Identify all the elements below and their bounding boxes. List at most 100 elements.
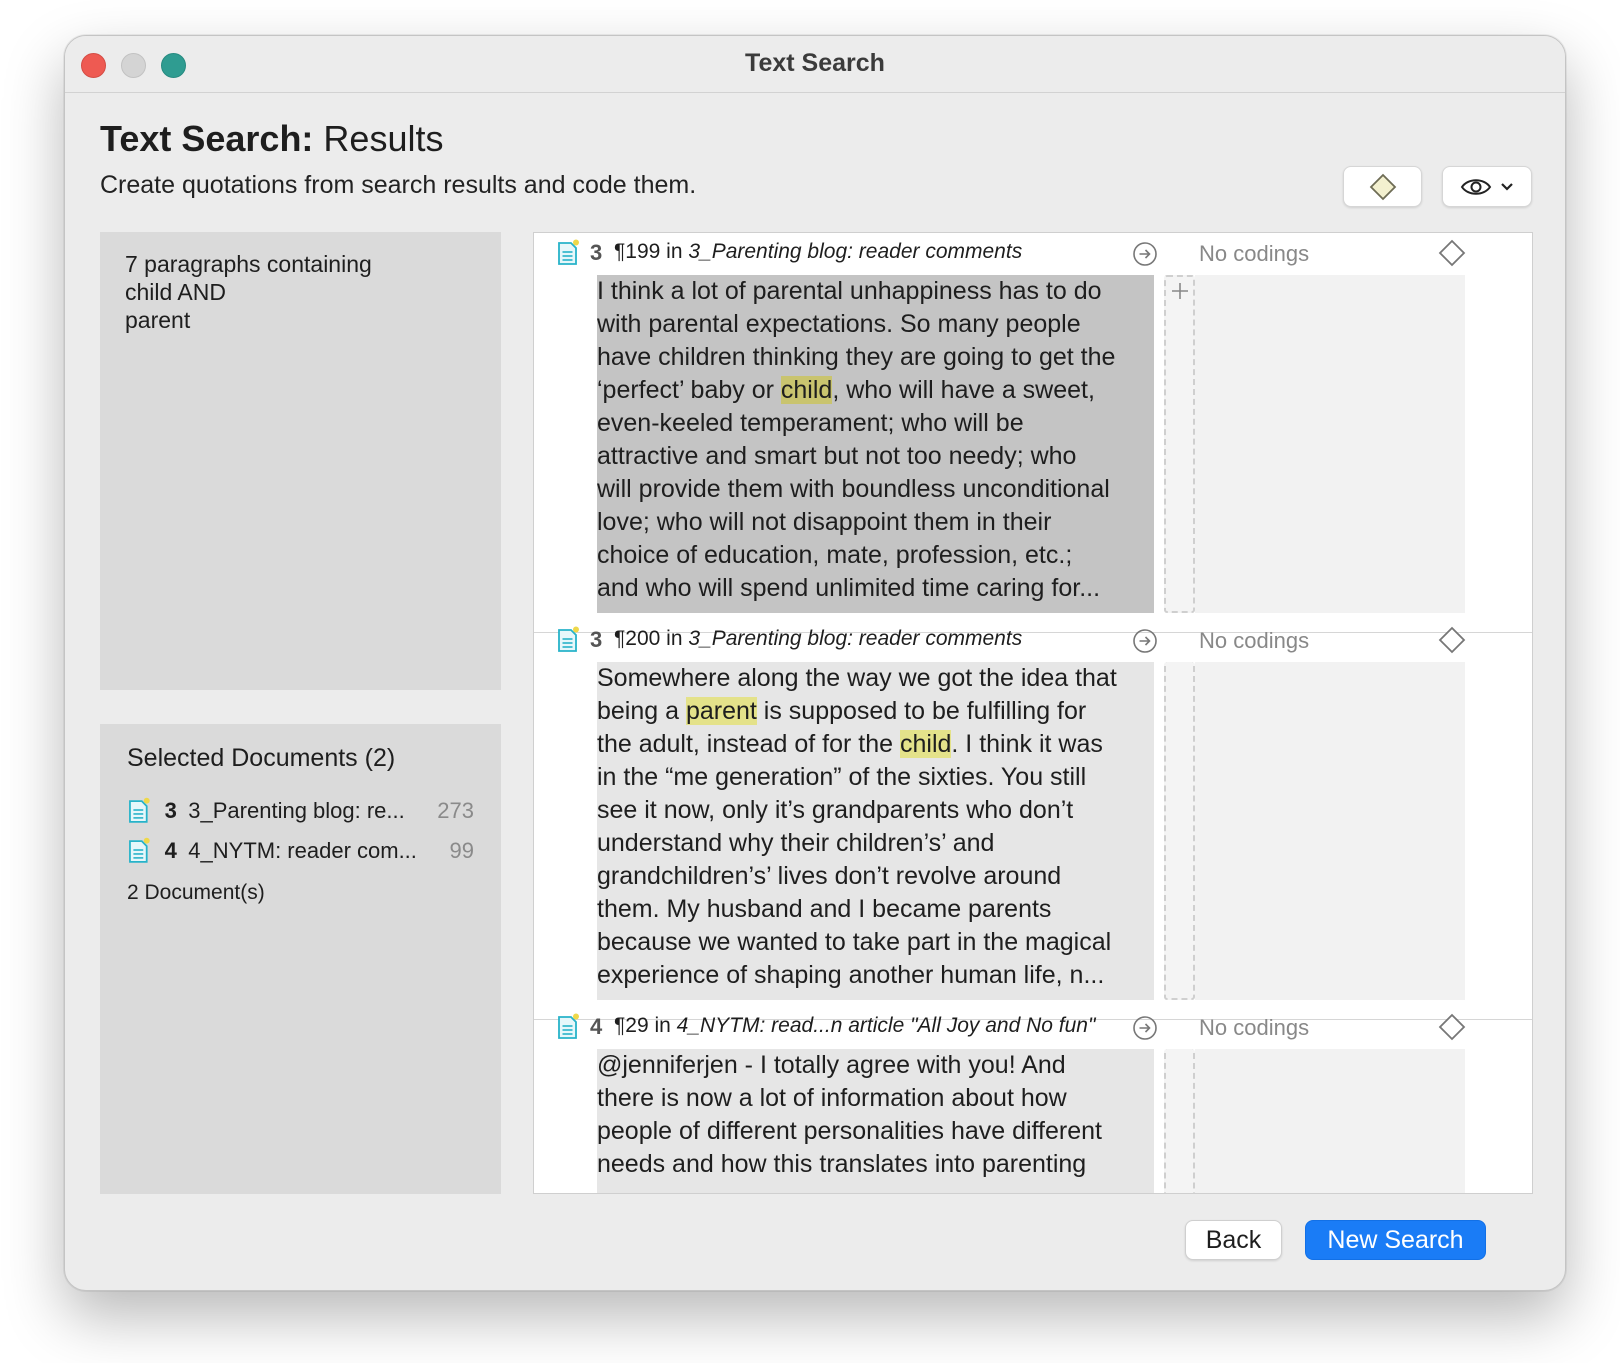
document-icon [558,1013,579,1039]
result-document-number: 3 [590,627,603,652]
result-text-line: attractive and smart but not too needy; … [597,440,1154,473]
search-results-list[interactable]: 3 ¶199 in 3_Parenting blog: reader commen… [533,232,1533,1194]
document-list-item[interactable]: 3 3_Parenting blog: re... 273 [127,791,474,831]
document-icon [558,239,579,265]
document-list-item[interactable]: 4 4_NYTM: reader com... 99 [127,831,474,871]
diamond-icon[interactable] [1438,239,1466,267]
view-options-button[interactable] [1442,166,1532,207]
result-text-segment: . I think it was [951,730,1103,758]
result-text-segment: attractive and smart but not too needy; … [597,442,1077,470]
result-text-segment: and who will spend unlimited time caring… [597,574,1101,602]
page-title-bold: Text Search: [100,118,314,159]
result-document-name: 3_Parenting blog: reader comments [688,627,1023,650]
result-text-segment: Somewhere along the way we got the idea … [597,664,1117,692]
result-text-line: Somewhere along the way we got the idea … [597,662,1154,695]
result-text-line: choice of education, mate, profession, e… [597,539,1154,572]
search-result-item[interactable]: 3 ¶200 in 3_Parenting blog: reader commen… [534,620,1532,1020]
page-title: Text Search: Results [100,118,443,160]
result-text-segment: will provide them with boundless uncondi… [597,475,1110,503]
result-text-segment: even-keeled temperament; who will be [597,409,1024,437]
result-header: 3 ¶200 in 3_Parenting blog: reader commen… [534,620,1532,662]
result-document-number: 3 [590,240,603,265]
result-text-segment: see it now, only it’s grandparents who d… [597,796,1074,824]
search-hit-highlight: child [780,376,833,404]
result-text-segment: with parental expectations. So many peop… [597,310,1081,338]
back-button[interactable]: Back [1185,1220,1282,1260]
title-bar: Text Search [65,36,1565,93]
code-drop-area[interactable] [1164,1049,1195,1193]
arrow-circle-right-icon[interactable] [1132,628,1158,654]
arrow-circle-right-icon[interactable] [1132,1015,1158,1041]
query-line: parent [125,307,191,333]
document-name: 4_NYTM: reader com... [188,838,417,863]
chevron-down-icon [1501,182,1513,191]
result-text-line: there is now a lot of information about … [597,1082,1154,1115]
document-number: 4 [164,838,177,863]
result-header: 3 ¶199 in 3_Parenting blog: reader commen… [534,233,1532,275]
result-paragraph-text[interactable]: @jenniferjen - I totally agree with you!… [597,1049,1154,1193]
code-button[interactable] [1343,166,1422,207]
result-paragraph-text[interactable]: I think a lot of parental unhappiness ha… [597,275,1154,613]
document-icon [129,797,150,823]
codings-margin[interactable] [1195,662,1465,1000]
result-paragraph: ¶29 in [614,1014,677,1037]
page-title-rest: Results [313,118,444,159]
new-search-button[interactable]: New Search [1305,1220,1486,1260]
result-location: ¶29 in 4_NYTM: read...n article "All Joy… [614,1014,1095,1038]
result-text-segment: there is now a lot of information about … [597,1084,1067,1112]
code-drop-area[interactable] [1164,275,1195,613]
result-location: ¶200 in 3_Parenting blog: reader comment… [614,627,1022,651]
result-text-segment: I think a lot of parental unhappiness ha… [597,277,1102,305]
plus-icon[interactable] [1170,281,1190,301]
result-text-line: them. My husband and I became parents [597,893,1154,926]
result-text-line: with parental expectations. So many peop… [597,308,1154,341]
document-name: 3_Parenting blog: re... [188,798,405,823]
result-text-segment: in the “me generation” of the sixties. Y… [597,763,1087,791]
result-text-line: I think a lot of parental unhappiness ha… [597,275,1154,308]
result-text-line: grandchildren’s’ lives don’t revolve aro… [597,860,1154,893]
documents-count-footer: 2 Document(s) [127,881,265,904]
result-text-segment: choice of education, mate, profession, e… [597,541,1073,569]
result-text-line: @jenniferjen - I totally agree with you!… [597,1049,1154,1082]
selected-documents-title: Selected Documents (2) [127,744,396,772]
document-quotation-count: 99 [449,838,474,863]
result-text-segment: them. My husband and I became parents [597,895,1052,923]
result-text-line: needs and how this translates into paren… [597,1148,1154,1181]
result-text-line: experience of shaping another human life… [597,959,1154,992]
result-text-segment: is supposed to be fulfilling for [756,697,1087,725]
diamond-icon[interactable] [1438,1013,1466,1041]
search-result-item[interactable]: 4 ¶29 in 4_NYTM: read...n article "All Jo… [534,1007,1532,1193]
codings-margin[interactable] [1195,275,1465,613]
search-query-panel: 7 paragraphs containing child AND parent [100,232,501,690]
no-codings-label: No codings [1199,241,1310,266]
document-quotation-count: 273 [437,798,474,823]
result-text-segment: being a [597,697,686,725]
no-codings-label: No codings [1199,628,1310,653]
query-line: 7 paragraphs containing [125,251,372,277]
page-subtitle: Create quotations from search results an… [100,171,697,199]
result-text-line: people of different personalities have d… [597,1115,1154,1148]
arrow-circle-right-icon[interactable] [1132,241,1158,267]
result-text-line: because we wanted to take part in the ma… [597,926,1154,959]
search-hit-highlight: parent [685,697,757,725]
result-text-line: see it now, only it’s grandparents who d… [597,794,1154,827]
result-text-line: understand why their children’s’ and [597,827,1154,860]
eye-icon [1460,178,1492,195]
result-location: ¶199 in 3_Parenting blog: reader comment… [614,240,1022,264]
result-text-segment: people of different personalities have d… [597,1117,1102,1145]
no-codings-label: No codings [1199,1015,1310,1040]
document-icon [129,837,150,863]
result-paragraph: ¶199 in [614,240,689,263]
search-result-item[interactable]: 3 ¶199 in 3_Parenting blog: reader commen… [534,233,1532,633]
search-hit-highlight: child [899,730,952,758]
diamond-icon [1369,173,1396,200]
window-title: Text Search [745,49,885,77]
result-text-line: even-keeled temperament; who will be [597,407,1154,440]
result-document-name: 4_NYTM: read...n article "All Joy and No… [676,1014,1096,1037]
code-drop-area[interactable] [1164,662,1195,1000]
result-paragraph-text[interactable]: Somewhere along the way we got the idea … [597,662,1154,1000]
diamond-icon[interactable] [1438,626,1466,654]
result-text-line: the adult, instead of for the child. I t… [597,728,1154,761]
codings-margin[interactable] [1195,1049,1465,1193]
result-text-line: in the “me generation” of the sixties. Y… [597,761,1154,794]
